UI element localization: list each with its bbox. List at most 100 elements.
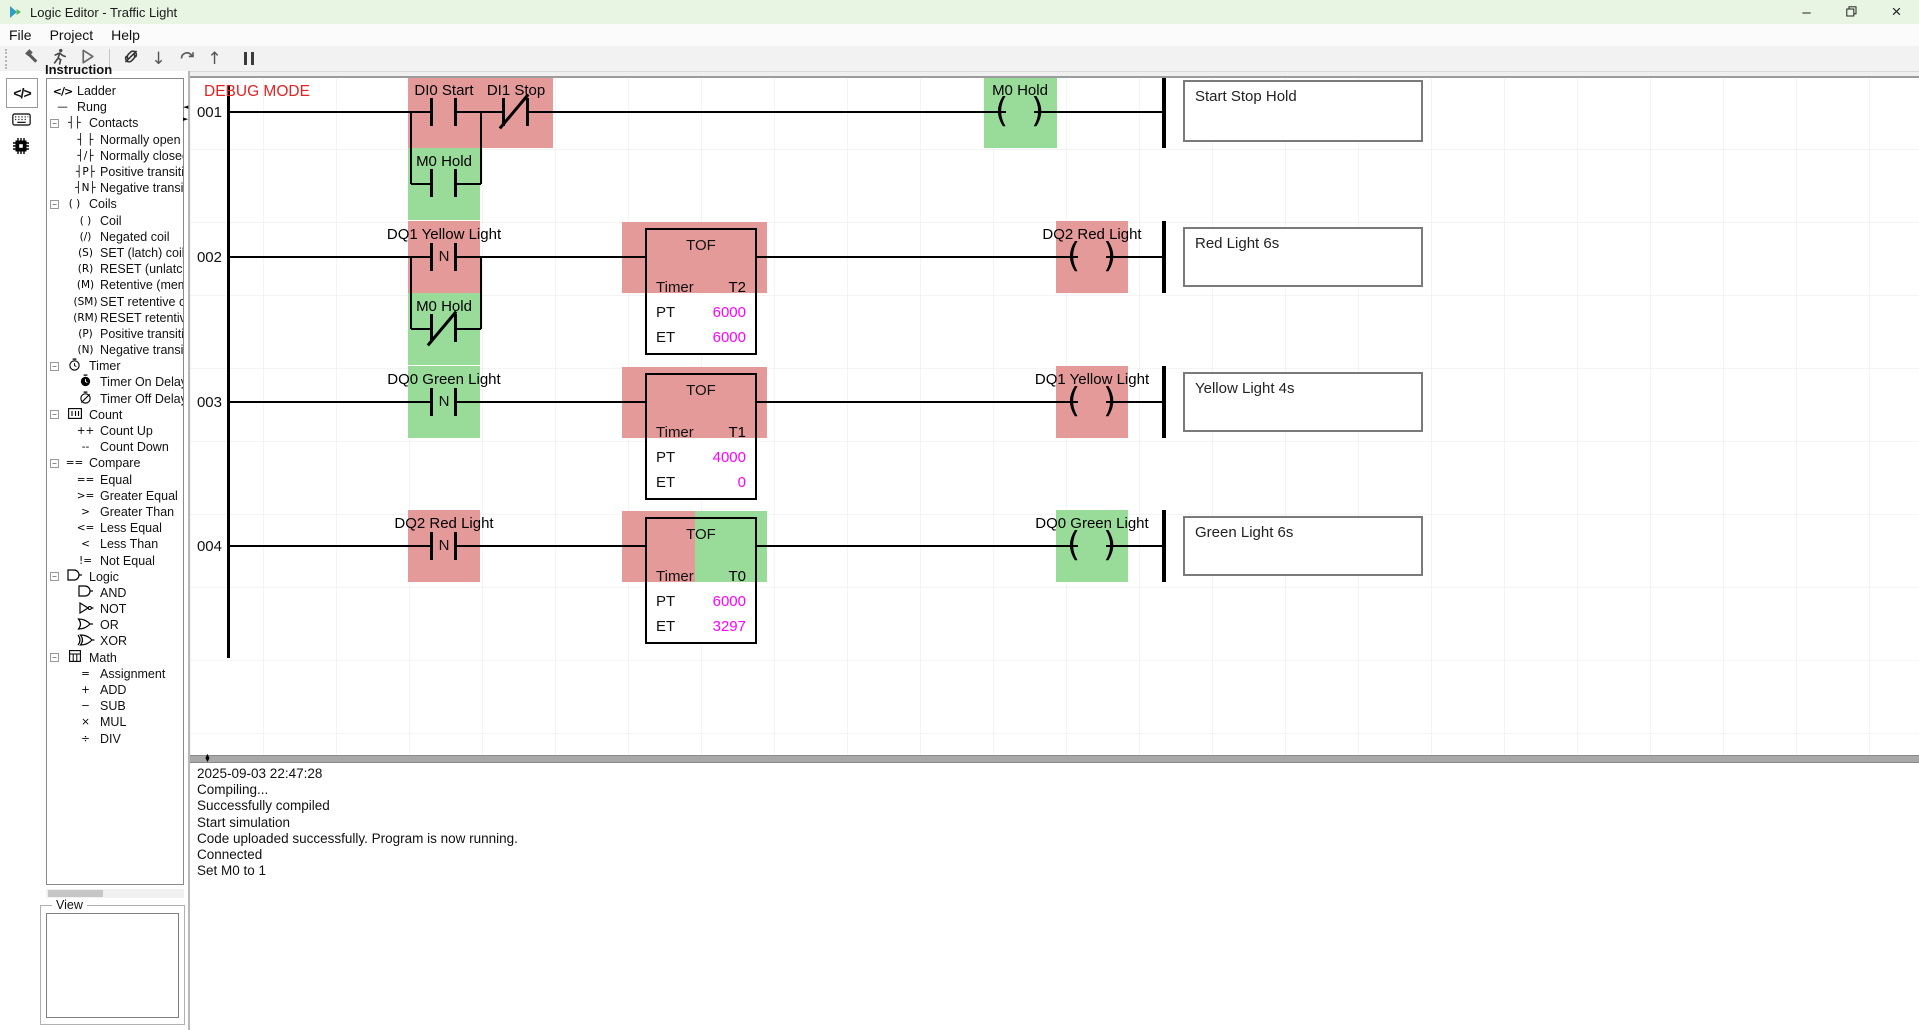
tree-item-greater-than[interactable]: >Greater Than: [47, 504, 183, 520]
tree-item-label: Not Equal: [100, 554, 155, 568]
branch-wire: [480, 112, 482, 184]
collapse-toggle-icon[interactable]: −: [50, 119, 59, 128]
tree-item-negated-coil[interactable]: (/)Negated coil: [47, 229, 183, 245]
tree-item-count[interactable]: −Count: [47, 407, 183, 423]
contact-label: DQ1 Yellow Light: [359, 226, 529, 243]
wire: [528, 111, 1006, 113]
toolbar-drag-handle[interactable]: [5, 49, 10, 69]
tree-item-compare[interactable]: −==Compare: [47, 455, 183, 471]
tree-item-math[interactable]: − Math: [47, 650, 183, 666]
rung-comment[interactable]: Green Light 6s: [1183, 516, 1423, 576]
xor-icon: [73, 634, 98, 649]
timer-row-label: PT: [656, 593, 675, 610]
tree-item-label: Math: [89, 651, 117, 665]
rung-comment[interactable]: Start Stop Hold: [1183, 80, 1423, 142]
tree-item-assignment[interactable]: =Assignment: [47, 666, 183, 682]
tree-item-normally-closed[interactable]: ┤/├Normally closed: [47, 148, 183, 164]
horizontal-splitter[interactable]: ▲▼: [190, 755, 1919, 763]
rung-comment[interactable]: Red Light 6s: [1183, 227, 1423, 287]
tree-item-not[interactable]: NOT: [47, 601, 183, 617]
tree-item-set-latch-coil[interactable]: (S)SET (latch) coil: [47, 245, 183, 261]
plc-panel-tab[interactable]: [8, 135, 34, 161]
wire: [456, 401, 645, 403]
tree-item-retentive-memory-coil[interactable]: (M)Retentive (memory) coil: [47, 277, 183, 293]
tree-item-equal[interactable]: ==Equal: [47, 472, 183, 488]
tree-item-label: AND: [100, 586, 126, 600]
tree-item-count-down[interactable]: --Count Down: [47, 439, 183, 455]
build-button[interactable]: [18, 47, 45, 70]
tree-item-negative-transition[interactable]: ┤N├Negative transition: [47, 180, 183, 196]
timer-pt-value: 6000: [713, 304, 746, 321]
tree-item-count-up[interactable]: ++Count Up: [47, 423, 183, 439]
download-button[interactable]: ↓: [145, 47, 172, 70]
tree-item-normally-open[interactable]: ┤ ├Normally open: [47, 132, 183, 148]
pause-button[interactable]: [235, 47, 262, 70]
expand-right-icon[interactable]: ►: [183, 116, 188, 123]
and-icon: [73, 585, 98, 600]
tree-item-greater-equal[interactable]: >=Greater Equal: [47, 488, 183, 504]
tree-item-contacts[interactable]: −┤├Contacts: [47, 115, 183, 131]
io-panel-tab[interactable]: [8, 111, 34, 133]
tree-item-timer[interactable]: −Timer: [47, 358, 183, 374]
tree-item-or[interactable]: OR: [47, 617, 183, 633]
tree-item-positive-transition-coil[interactable]: (P)Positive transition coil: [47, 326, 183, 342]
tree-item-xor[interactable]: XOR: [47, 633, 183, 649]
menu-help[interactable]: Help: [102, 25, 149, 45]
tree-item-label: XOR: [100, 634, 127, 648]
tree-item-less-equal[interactable]: <=Less Equal: [47, 520, 183, 536]
ladder-editor-tab[interactable]: </>: [6, 78, 38, 108]
tree-item-negative-transition-coil[interactable]: (N)Negative transition coil: [47, 342, 183, 358]
not-icon: [73, 602, 98, 617]
rung-comment[interactable]: Yellow Light 4s: [1183, 372, 1423, 432]
timer-name: T1: [728, 424, 746, 441]
redo-button[interactable]: [173, 47, 200, 70]
menu-file[interactable]: File: [0, 25, 41, 45]
left-power-rail: [227, 86, 230, 658]
instruction-tree: </>Ladder—Rung−┤├Contacts┤ ├Normally ope…: [46, 78, 184, 885]
tree-item-timer-off-delay[interactable]: Timer Off Delay: [47, 391, 183, 407]
rung-icon: —: [50, 101, 75, 113]
tree-item-add[interactable]: +ADD: [47, 682, 183, 698]
keyboard-icon: [12, 113, 31, 131]
tree-item-ladder[interactable]: </>Ladder: [47, 83, 183, 99]
upload-button[interactable]: ↑: [201, 47, 228, 70]
tree-item-rung[interactable]: —Rung: [47, 99, 183, 115]
tree-item-and[interactable]: AND: [47, 585, 183, 601]
tree-item-set-retentive-coil[interactable]: (SM)SET retentive coil: [47, 293, 183, 309]
coil-arc: (: [995, 94, 1008, 128]
contact-bar: [454, 314, 457, 342]
scrollbar-thumb[interactable]: [48, 890, 103, 897]
collapse-toggle-icon[interactable]: −: [50, 572, 59, 581]
tree-item-logic[interactable]: −Logic: [47, 569, 183, 585]
output-log: 2025-09-03 22:47:28Compiling...Successfu…: [190, 763, 1919, 1030]
menu-project[interactable]: Project: [41, 25, 103, 45]
collapse-toggle-icon[interactable]: −: [50, 362, 59, 371]
collapse-toggle-icon[interactable]: −: [50, 459, 59, 468]
disconnect-button[interactable]: [117, 47, 144, 70]
tree-item-positive-transition[interactable]: ┤P├Positive transition: [47, 164, 183, 180]
tree-item-coils[interactable]: −( )Coils: [47, 196, 183, 212]
collapse-toggle-icon[interactable]: −: [50, 653, 59, 662]
collapse-toggle-icon[interactable]: −: [50, 200, 59, 209]
tree-item-div[interactable]: ÷DIV: [47, 731, 183, 747]
compare-icon: ==: [62, 457, 87, 469]
collapse-toggle-icon[interactable]: −: [50, 410, 59, 419]
collapse-left-icon[interactable]: ◄: [183, 104, 188, 111]
tree-item-not-equal[interactable]: !=Not Equal: [47, 552, 183, 568]
restore-button[interactable]: [1829, 0, 1874, 24]
tree-item-mul[interactable]: ×MUL: [47, 714, 183, 730]
tree-item-less-than[interactable]: <Less Than: [47, 536, 183, 552]
tree-item-reset-unlatch-coil[interactable]: (R)RESET (unlatch) coil: [47, 261, 183, 277]
tree-item-reset-retentive-coil[interactable]: (RM)RESET retentive coil: [47, 310, 183, 326]
ladder-canvas[interactable]: DEBUG MODE 001 DI0 Start DI1 Stop M0 Hol…: [190, 76, 1919, 757]
coil-arc: ): [1103, 384, 1116, 418]
tree-item-coil[interactable]: ( )Coil: [47, 213, 183, 229]
right-power-rail: [1162, 76, 1166, 148]
tree-horizontal-scrollbar[interactable]: [46, 889, 184, 898]
view-groupbox-label: View: [52, 898, 87, 912]
tree-item-sub[interactable]: −SUB: [47, 698, 183, 714]
toolbar: ↓ ↑: [0, 46, 1919, 72]
tree-item-timer-on-delay[interactable]: Timer On Delay: [47, 374, 183, 390]
minimize-button[interactable]: –: [1784, 0, 1829, 24]
close-button[interactable]: ×: [1874, 0, 1919, 24]
